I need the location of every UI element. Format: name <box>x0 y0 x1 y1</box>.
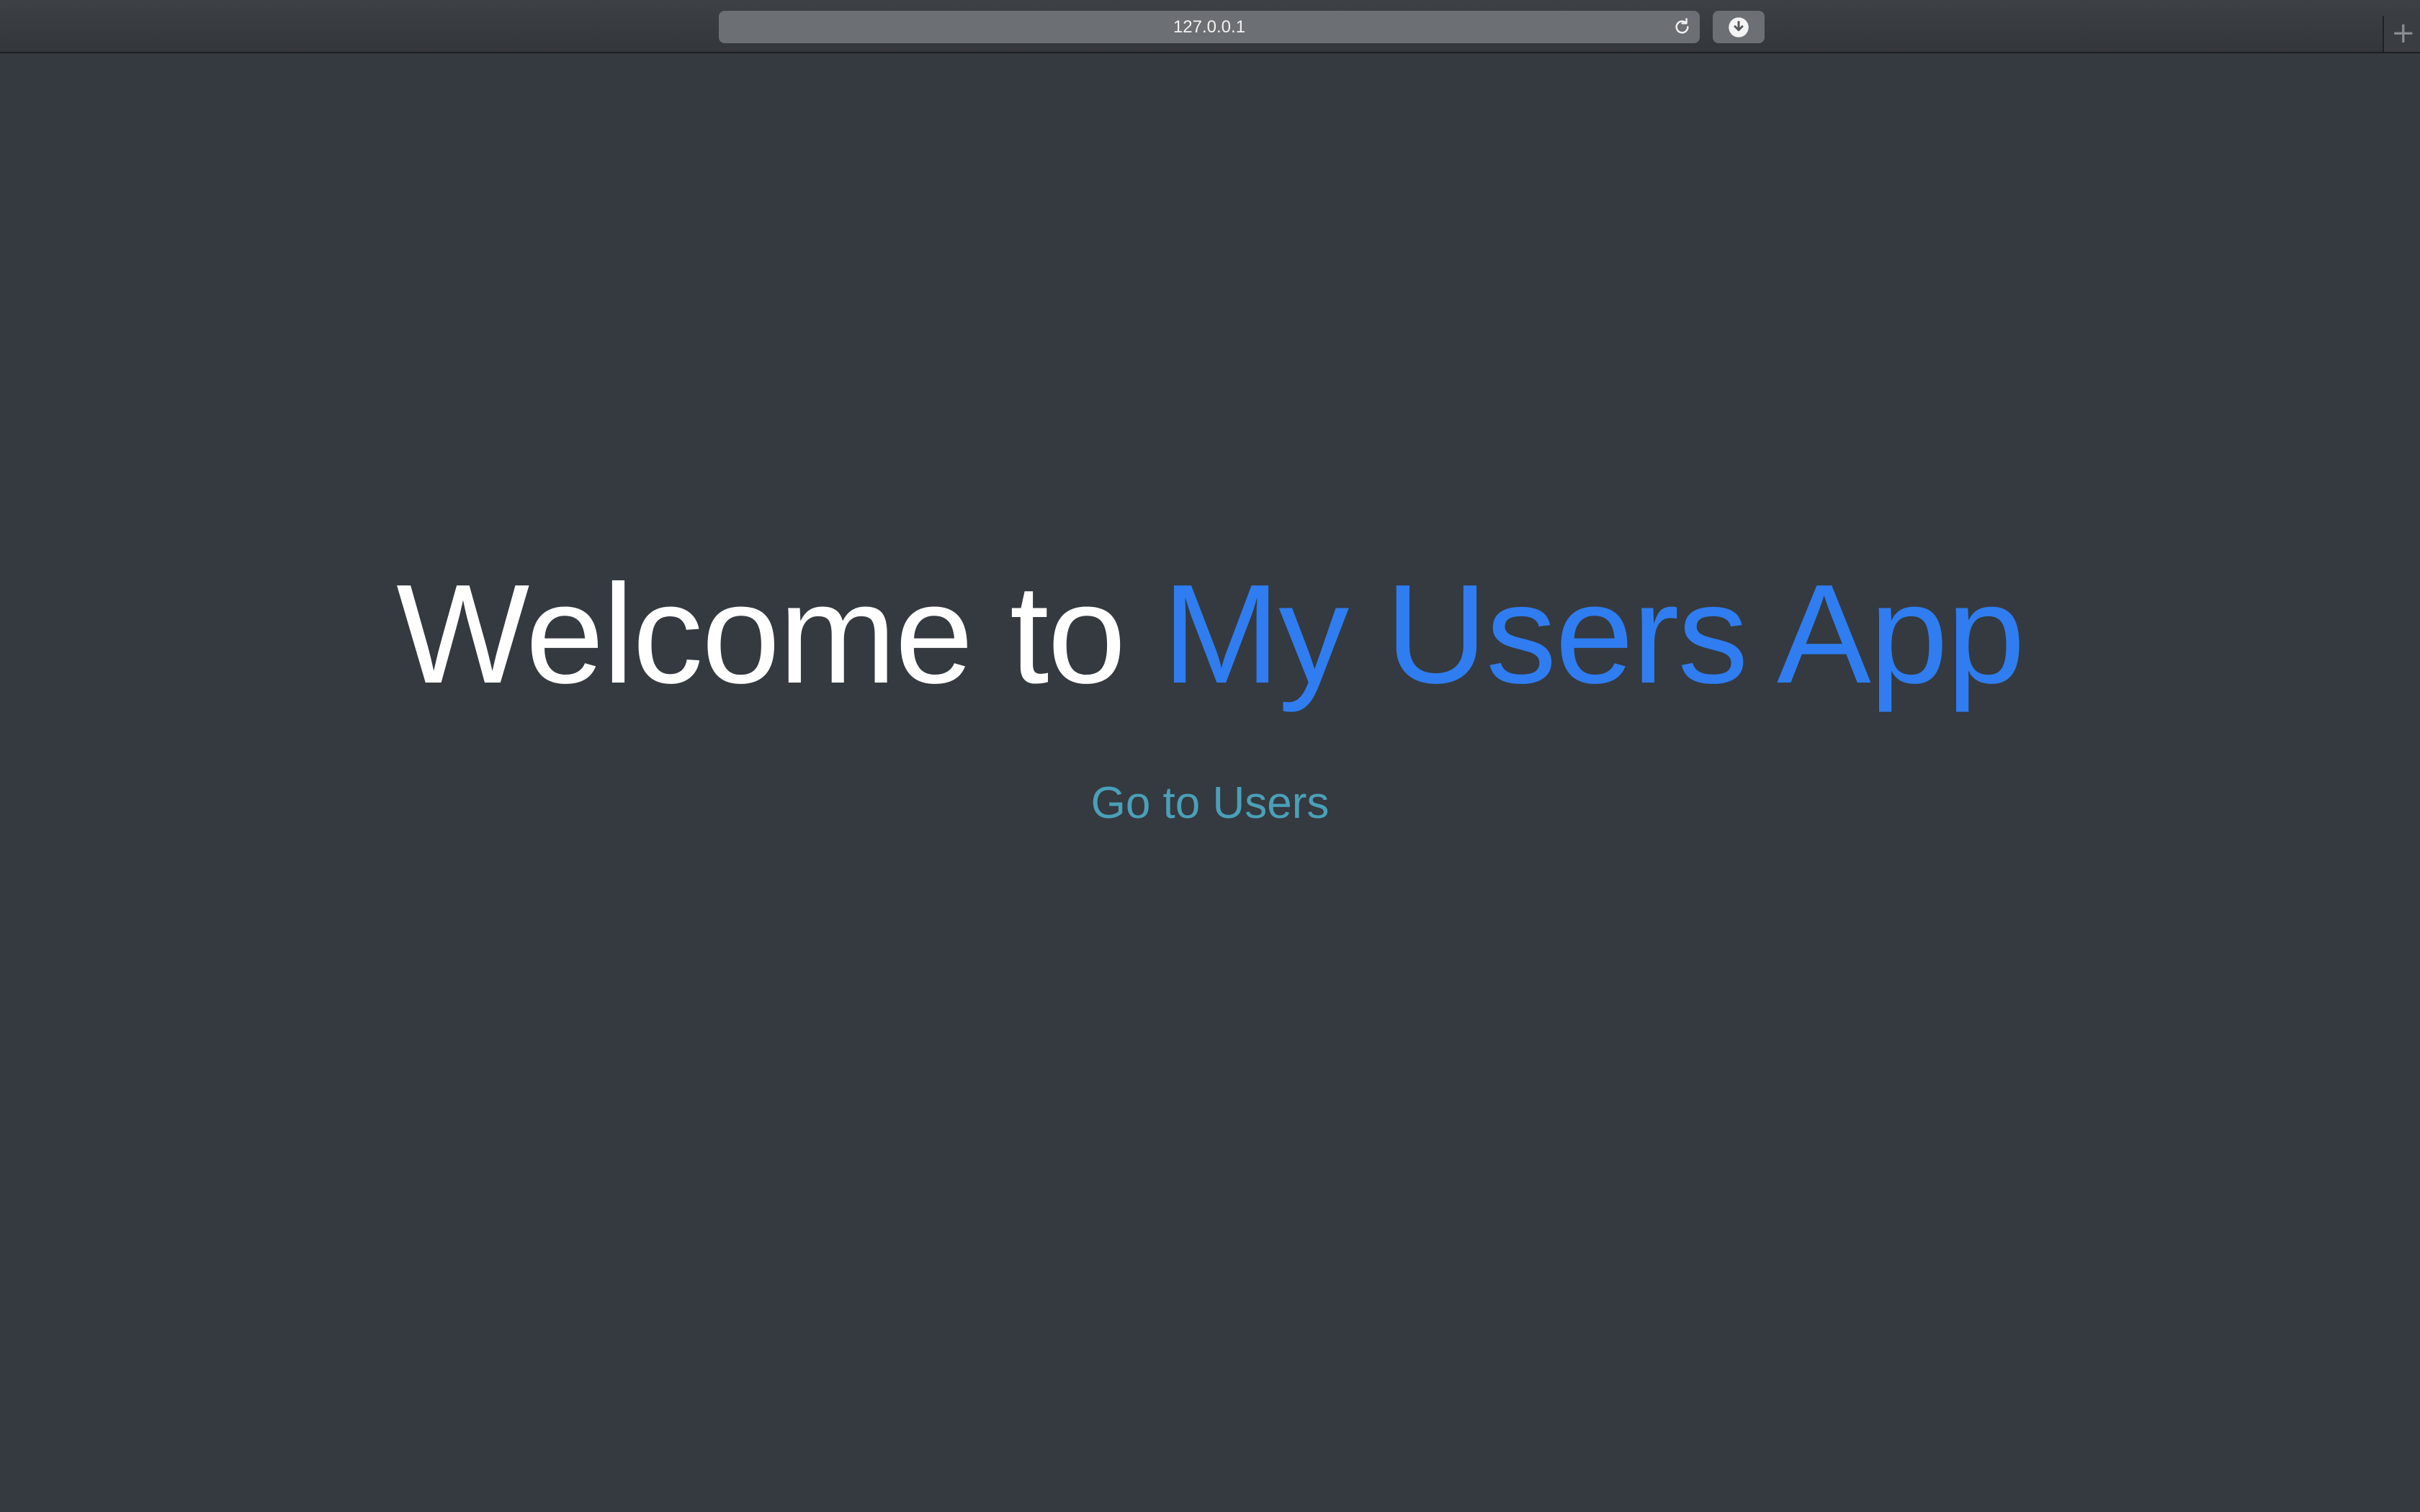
page-content: Welcome to My Users App Go to Users <box>0 55 2420 1512</box>
new-tab-button[interactable]: + <box>2383 16 2420 52</box>
reload-icon[interactable] <box>1672 17 1693 37</box>
title-prefix: Welcome to <box>396 555 1162 713</box>
address-text[interactable]: 127.0.0.1 <box>719 11 1700 43</box>
download-icon <box>1729 17 1749 37</box>
address-bar[interactable]: 127.0.0.1 <box>719 11 1700 43</box>
go-to-users-link[interactable]: Go to Users <box>0 775 2420 832</box>
downloads-button[interactable] <box>1713 11 1765 43</box>
title-app-name: My Users App <box>1162 555 2025 713</box>
browser-toolbar: 127.0.0.1 + <box>0 0 2420 53</box>
page-title: Welcome to My Users App <box>0 552 2420 717</box>
plus-icon: + <box>2391 17 2416 50</box>
